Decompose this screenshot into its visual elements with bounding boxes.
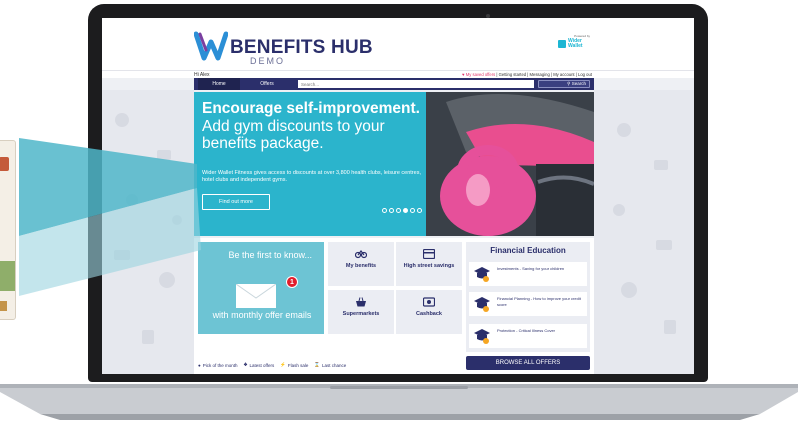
hero-body: Wider Wallet Fitness gives access to dis…	[202, 170, 421, 183]
content-panel: Be the first to know... 1 with monthly o…	[194, 238, 594, 374]
cash-icon	[423, 297, 435, 307]
email-promo-card[interactable]: Be the first to know... 1 with monthly o…	[198, 242, 324, 334]
legend-pick: ● Pick of the month	[198, 362, 238, 368]
main-nav: Home Offers ⚲ Search	[194, 78, 594, 90]
powered-by-badge: Powered by Wider Wallet	[558, 34, 590, 58]
offer-legend: ● Pick of the month ❖ Latest offers ⚡ Flash…	[198, 362, 346, 368]
carousel-dots	[382, 208, 422, 213]
envelope-icon	[236, 284, 276, 308]
new-icon: ❖	[243, 362, 248, 367]
lightning-icon: ⚡	[280, 362, 286, 367]
tile-label: Cashback	[416, 311, 442, 317]
tile-cashback[interactable]: Cashback	[396, 290, 462, 334]
star-icon: ●	[198, 362, 201, 368]
fin-ed-item-text: Protection - Critical Illness Cover	[497, 328, 556, 333]
carousel-dot[interactable]	[417, 208, 422, 213]
tab-offers[interactable]: Offers	[246, 78, 288, 90]
fin-ed-item[interactable]: Investments - Saving for your children	[469, 262, 587, 286]
saved-offers-link[interactable]: My saved offers	[466, 72, 495, 77]
partner-name: Wider Wallet	[568, 38, 583, 49]
benefits-hub-logo-icon[interactable]	[194, 30, 228, 62]
tile-label: Supermarkets	[342, 311, 380, 317]
card-icon	[423, 249, 435, 259]
background-pattern-right	[594, 90, 694, 374]
tile-label: High street savings	[403, 263, 455, 269]
doodle-pattern	[613, 123, 676, 334]
doodle-pattern	[114, 113, 182, 344]
laptop-base	[0, 384, 798, 420]
financial-education-title: Financial Education	[490, 246, 566, 255]
hero-banner[interactable]: Encourage self-improvement. Add gym disc…	[194, 92, 594, 236]
carousel-dot[interactable]	[382, 208, 387, 213]
financial-education-panel: Financial Education Investments - Saving…	[466, 242, 590, 352]
search-icon: ⚲	[567, 81, 571, 86]
background-pattern-left	[102, 90, 194, 374]
carousel-dot[interactable]	[389, 208, 394, 213]
fin-ed-item[interactable]: Protection - Critical Illness Cover	[469, 324, 587, 348]
carousel-dot[interactable]	[410, 208, 415, 213]
search-input[interactable]	[298, 80, 534, 88]
tab-home[interactable]: Home	[198, 78, 240, 90]
fin-ed-item[interactable]: Financial Planning - How to improve your…	[469, 292, 587, 316]
kettlebell-shoe-image	[426, 92, 594, 236]
logo-subtitle: DEMO	[250, 56, 285, 66]
site-header: BENEFITS HUB DEMO Powered by Wider Walle…	[102, 18, 694, 70]
fin-ed-item-text: Investments - Saving for your children	[497, 266, 565, 271]
graduation-cap-icon	[474, 267, 490, 282]
carousel-dot[interactable]	[396, 208, 401, 213]
find-out-more-button[interactable]: Find out more	[202, 194, 270, 210]
notification-badge: 1	[286, 276, 298, 288]
browse-all-offers-button[interactable]: BROWSE ALL OFFERS	[466, 356, 590, 370]
graduation-cap-icon	[474, 329, 490, 344]
account-links[interactable]: | Getting started | Messaging | My accou…	[496, 72, 592, 77]
basket-icon	[356, 297, 366, 307]
carousel-dot[interactable]	[403, 208, 408, 213]
search-button[interactable]: ⚲ Search	[538, 80, 590, 88]
tile-supermarkets[interactable]: Supermarkets	[328, 290, 394, 334]
tile-high-street-savings[interactable]: High street savings	[396, 242, 462, 286]
tile-label: My benefits	[345, 263, 377, 269]
promo-bottom-text: with monthly offer emails	[212, 310, 312, 320]
legend-latest: ❖ Latest offers	[243, 362, 275, 368]
marketing-stage: BENEFITS HUB DEMO Powered by Wider Walle…	[0, 0, 798, 432]
bicycle-icon	[355, 250, 367, 259]
graduation-cap-icon	[474, 297, 490, 312]
hero-headline: Encourage self-improvement.	[202, 100, 420, 117]
promo-top-text: Be the first to know...	[228, 250, 312, 260]
side-card-illustration	[0, 140, 16, 320]
hero-subheadline: Add gym discounts to your benefits packa…	[202, 118, 385, 152]
tile-my-benefits[interactable]: My benefits	[328, 242, 394, 286]
user-bar: Hi Alex ♥ My saved offers | Getting star…	[102, 70, 694, 78]
search-button-label: Search	[571, 81, 586, 86]
fin-ed-item-text: Financial Planning - How to improve your…	[497, 296, 581, 307]
heart-icon: ♥	[462, 72, 465, 77]
wider-wallet-logo-icon	[558, 40, 566, 48]
legend-last: ⌛ Last chance	[314, 362, 347, 368]
legend-flash: ⚡ Flash sale	[280, 362, 309, 368]
hourglass-icon: ⌛	[314, 362, 320, 367]
laptop-screen: BENEFITS HUB DEMO Powered by Wider Walle…	[102, 18, 694, 374]
